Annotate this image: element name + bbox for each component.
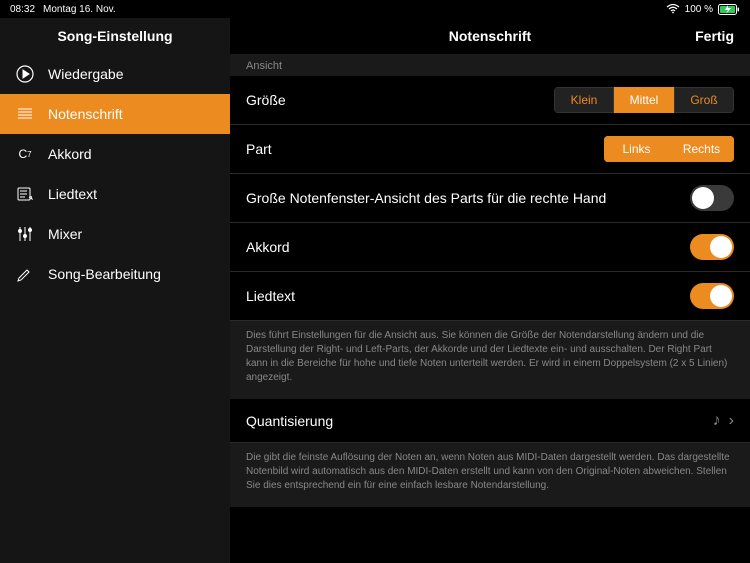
row-big-right: Große Notenfenster-Ansicht des Parts für… xyxy=(230,174,750,223)
chord-switch[interactable] xyxy=(690,234,734,260)
size-large-button[interactable]: Groß xyxy=(674,87,734,113)
sidebar-item-akkord[interactable]: C7 Akkord xyxy=(0,134,230,174)
main-panel: Notenschrift Fertig Ansicht Größe Klein … xyxy=(230,18,750,563)
chevron-right-icon: › xyxy=(729,412,734,430)
row-chord: Akkord xyxy=(230,223,750,272)
size-medium-button[interactable]: Mittel xyxy=(614,87,674,113)
sidebar-item-label: Wiedergabe xyxy=(48,66,124,82)
score-icon xyxy=(16,105,34,123)
big-right-switch[interactable] xyxy=(690,185,734,211)
sidebar-item-song-bearbeitung[interactable]: Song-Bearbeitung xyxy=(0,254,230,294)
sidebar-item-label: Song-Bearbeitung xyxy=(48,266,161,282)
wifi-icon xyxy=(666,4,680,14)
lyrics-icon xyxy=(16,185,34,203)
edit-icon xyxy=(16,265,34,283)
main-header: Notenschrift Fertig xyxy=(230,18,750,54)
section-label-ansicht: Ansicht xyxy=(230,54,750,76)
row-size: Größe Klein Mittel Groß xyxy=(230,76,750,125)
size-label: Größe xyxy=(246,92,286,108)
lyric-switch[interactable] xyxy=(690,283,734,309)
status-date: Montag 16. Nov. xyxy=(43,4,116,15)
quantization-label: Quantisierung xyxy=(246,413,333,429)
status-time: 08:32 xyxy=(10,4,35,15)
chord-icon: C7 xyxy=(16,145,34,163)
status-battery: 100 % xyxy=(685,4,713,15)
part-left-button[interactable]: Links xyxy=(604,136,669,162)
sidebar-item-label: Mixer xyxy=(48,226,82,242)
sidebar: Song-Einstellung Wiedergabe Notenschrift… xyxy=(0,18,230,563)
status-bar: 08:32 Montag 16. Nov. 100 % xyxy=(0,0,750,18)
size-small-button[interactable]: Klein xyxy=(554,87,614,113)
sidebar-item-label: Akkord xyxy=(48,146,92,162)
lyric-label: Liedtext xyxy=(246,288,295,304)
sidebar-item-mixer[interactable]: Mixer xyxy=(0,214,230,254)
sidebar-item-label: Notenschrift xyxy=(48,106,123,122)
eighth-note-icon: ♪ xyxy=(713,412,721,430)
play-icon xyxy=(16,65,34,83)
part-segmented: Links Rechts xyxy=(604,136,734,162)
quantization-help-text: Die gibt die feinste Auflösung der Noten… xyxy=(230,443,750,507)
done-button[interactable]: Fertig xyxy=(695,28,734,44)
sidebar-item-wiedergabe[interactable]: Wiedergabe xyxy=(0,54,230,94)
mixer-icon xyxy=(16,225,34,243)
sidebar-item-notenschrift[interactable]: Notenschrift xyxy=(0,94,230,134)
chord-label: Akkord xyxy=(246,239,290,255)
row-quantization[interactable]: Quantisierung ♪ › xyxy=(230,399,750,443)
sidebar-item-liedtext[interactable]: Liedtext xyxy=(0,174,230,214)
part-label: Part xyxy=(246,141,272,157)
sidebar-item-label: Liedtext xyxy=(48,186,97,202)
big-right-label: Große Notenfenster-Ansicht des Parts für… xyxy=(246,190,606,206)
view-help-text: Dies führt Einstellungen für die Ansicht… xyxy=(230,321,750,399)
page-title: Notenschrift xyxy=(449,28,531,44)
row-part: Part Links Rechts xyxy=(230,125,750,174)
part-right-button[interactable]: Rechts xyxy=(669,136,734,162)
size-segmented: Klein Mittel Groß xyxy=(554,87,734,113)
battery-icon xyxy=(718,4,740,15)
sidebar-title: Song-Einstellung xyxy=(0,18,230,54)
row-lyric: Liedtext xyxy=(230,272,750,321)
